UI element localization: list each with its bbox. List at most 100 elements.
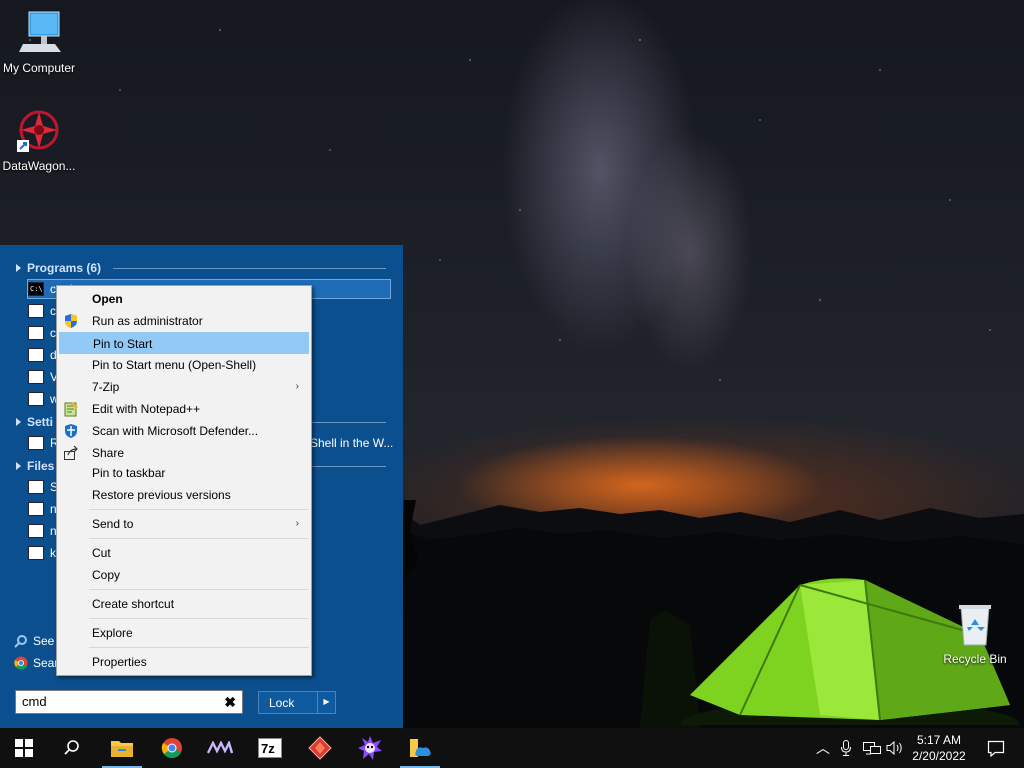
search-web-link[interactable]: Sear xyxy=(14,656,58,670)
taskbar-wave-app[interactable] xyxy=(196,728,244,768)
program-item[interactable]: V xyxy=(28,367,58,387)
desktop-icon-datawagon[interactable]: DataWagon... xyxy=(1,108,77,173)
desktop-icon-my-computer[interactable]: My Computer xyxy=(1,10,77,75)
clear-search-icon[interactable]: ✖ xyxy=(224,694,236,711)
chrome-icon xyxy=(14,656,28,670)
desktop-icon-label: Recycle Bin xyxy=(943,652,1007,666)
settings-item[interactable]: R xyxy=(28,433,59,453)
menu-item-scan-with-defender[interactable]: Scan with Microsoft Defender... xyxy=(59,420,309,442)
taskbar-chrome[interactable] xyxy=(148,728,196,768)
start-button[interactable] xyxy=(0,728,48,768)
purple-app-icon xyxy=(358,736,382,760)
settings-item-trailing-text: Shell in the W... xyxy=(310,436,394,450)
defender-icon xyxy=(65,424,77,438)
clock-time: 5:17 AM xyxy=(916,733,962,747)
program-item[interactable]: c xyxy=(28,301,56,321)
taskbar-onedrive-folder[interactable] xyxy=(396,728,444,768)
programs-section-header[interactable]: Programs (6) xyxy=(16,261,386,275)
programs-header-label: Programs (6) xyxy=(27,261,102,275)
lock-options-arrow-icon[interactable]: ▶ xyxy=(317,692,335,713)
menu-item-cut[interactable]: Cut xyxy=(59,542,309,564)
notification-icon xyxy=(987,740,1005,757)
program-item[interactable]: d xyxy=(28,345,57,365)
menu-item-share[interactable]: Share xyxy=(59,442,309,464)
taskbar-file-explorer[interactable] xyxy=(98,728,146,768)
menu-item-run-as-administrator[interactable]: Run as administrator xyxy=(59,310,309,332)
menu-separator xyxy=(89,647,309,648)
menu-item-pin-to-start[interactable]: Pin to Start xyxy=(59,332,309,354)
taskbar-clock[interactable]: 5:17 AM 2/20/2022 xyxy=(904,732,974,764)
search-input-value: cmd xyxy=(22,694,47,709)
script-icon xyxy=(28,524,44,538)
taskbar-search-button[interactable] xyxy=(48,728,96,768)
expand-arrow-icon xyxy=(16,418,21,426)
search-web-label: Sear xyxy=(33,656,59,670)
shield-icon xyxy=(65,314,77,328)
window-icon xyxy=(28,436,44,450)
menu-separator xyxy=(89,589,309,590)
menu-item-explore[interactable]: Explore xyxy=(59,622,309,644)
menu-item-label: Copy xyxy=(92,568,121,582)
menu-item-properties[interactable]: Properties xyxy=(59,651,309,673)
network-tray-button[interactable] xyxy=(860,728,884,768)
window-icon xyxy=(28,392,44,406)
see-more-results-link[interactable]: See xyxy=(14,634,54,648)
menu-item-label: Edit with Notepad++ xyxy=(92,402,201,416)
menu-item-label: Pin to Start menu (Open-Shell) xyxy=(92,358,257,372)
file-item[interactable]: n xyxy=(28,521,57,541)
taskbar-7zip[interactable]: 7z xyxy=(246,728,294,768)
menu-item-open[interactable]: Open xyxy=(59,288,309,310)
menu-item-label: 7-Zip xyxy=(92,380,120,394)
menu-item-7zip[interactable]: 7-Zip › xyxy=(59,376,309,398)
menu-item-send-to[interactable]: Send to › xyxy=(59,513,309,535)
menu-item-edit-with-notepad[interactable]: Edit with Notepad++ xyxy=(59,398,309,420)
show-hidden-icons-button[interactable]: ︿ xyxy=(812,728,834,768)
file-item[interactable]: S xyxy=(28,477,58,497)
menu-item-label: Create shortcut xyxy=(92,597,175,611)
taskbar-red-diamond-app[interactable] xyxy=(296,728,344,768)
menu-item-label: Explore xyxy=(92,626,133,640)
menu-item-copy[interactable]: Copy xyxy=(59,564,309,586)
taskbar-purple-app[interactable] xyxy=(346,728,394,768)
submenu-arrow-icon: › xyxy=(295,518,299,529)
menu-item-label: Scan with Microsoft Defender... xyxy=(92,424,259,438)
script-icon xyxy=(28,546,44,560)
microphone-tray-button[interactable] xyxy=(836,728,856,768)
menu-item-label: Pin to Start xyxy=(93,337,153,351)
lock-button[interactable]: Lock ▶ xyxy=(258,691,336,714)
action-center-button[interactable] xyxy=(976,728,1016,768)
program-item[interactable]: w xyxy=(28,389,59,409)
file-item[interactable]: n xyxy=(28,499,57,519)
notepad-plus-plus-icon xyxy=(64,402,78,417)
window-icon xyxy=(28,370,44,384)
context-menu: Open Run as administrator Pin to Start P… xyxy=(56,285,312,676)
menu-item-label: Share xyxy=(92,446,125,460)
desktop-icon-label: DataWagon... xyxy=(2,159,76,173)
files-header-label: Files xyxy=(27,459,55,473)
menu-item-label: Send to xyxy=(92,517,134,531)
app-icon xyxy=(28,326,44,340)
menu-item-label: Properties xyxy=(92,655,147,669)
divider xyxy=(113,267,386,269)
menu-separator xyxy=(89,538,309,539)
see-more-label: See xyxy=(33,634,55,648)
network-icon xyxy=(863,742,881,755)
window-icon xyxy=(28,348,44,362)
start-search-input[interactable]: cmd ✖ xyxy=(15,690,243,714)
search-icon xyxy=(64,740,79,755)
menu-item-create-shortcut[interactable]: Create shortcut xyxy=(59,593,309,615)
menu-separator xyxy=(89,618,309,619)
file-item[interactable]: k xyxy=(28,543,56,563)
program-item[interactable]: c xyxy=(28,323,56,343)
search-icon xyxy=(14,635,27,648)
window-icon xyxy=(28,304,44,318)
menu-item-pin-to-start-menu-open-shell[interactable]: Pin to Start menu (Open-Shell) xyxy=(59,354,309,376)
submenu-arrow-icon: › xyxy=(295,381,299,392)
volume-tray-button[interactable] xyxy=(884,728,906,768)
file-explorer-icon xyxy=(111,741,133,757)
menu-item-pin-to-taskbar[interactable]: Pin to taskbar xyxy=(59,462,309,484)
desktop-icon-recycle-bin[interactable]: Recycle Bin xyxy=(937,601,1013,666)
microphone-icon xyxy=(841,740,851,756)
cmd-icon: C:\ xyxy=(28,282,44,296)
menu-item-restore-previous-versions[interactable]: Restore previous versions xyxy=(59,484,309,506)
